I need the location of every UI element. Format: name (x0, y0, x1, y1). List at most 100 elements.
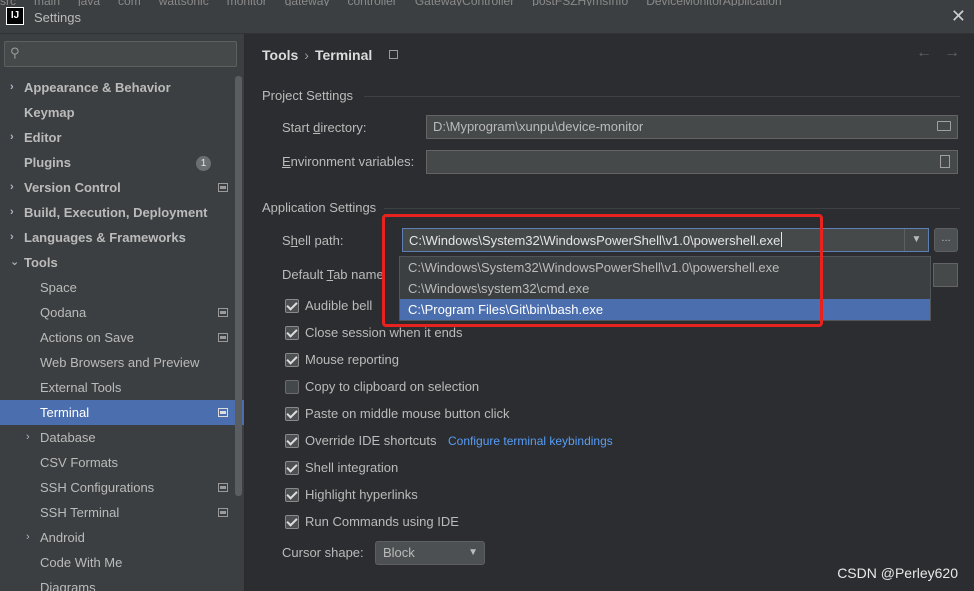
sidebar-item-plugins[interactable]: Plugins 1 (0, 150, 244, 175)
search-icon: ⚲ (10, 45, 20, 60)
project-scope-icon (218, 333, 228, 342)
project-scope-icon (218, 308, 228, 317)
start-directory-value: D:\Myprogram\xunpu\device-monitor (433, 119, 644, 134)
checkbox-label: Audible bell (305, 298, 373, 313)
checkbox-checked[interactable] (285, 461, 299, 475)
sidebar-item-database[interactable]: › Database (0, 425, 244, 450)
sidebar-item-label: Version Control (24, 180, 121, 195)
background-tab: controller (347, 0, 396, 6)
section-divider (364, 96, 960, 97)
settings-tree: › Appearance & Behavior Keymap › Editor Plugi… (0, 75, 244, 591)
environment-variables-label: Environment variables: (282, 154, 414, 169)
label-mnemonic: h (290, 233, 298, 248)
browse-button[interactable]: ... (934, 228, 958, 252)
checkbox-checked[interactable] (285, 353, 299, 367)
chevron-right-icon[interactable]: › (10, 75, 14, 100)
sidebar-item-label: Build, Execution, Deployment (24, 205, 208, 220)
folder-icon[interactable] (937, 121, 951, 131)
dropdown-arrow-icon[interactable]: ▼ (904, 229, 928, 251)
project-scope-icon (218, 408, 228, 417)
checkbox-checked[interactable] (285, 434, 299, 448)
sidebar-item-label: Space (40, 280, 77, 295)
edit-list-icon[interactable] (940, 155, 950, 168)
label-text: ab name (333, 267, 384, 282)
sidebar-item-csv-formats[interactable]: CSV Formats (0, 450, 244, 475)
sidebar-item-build-execution-deployment[interactable]: › Build, Execution, Deployment (0, 200, 244, 225)
default-tab-name-label: Default Tab name (282, 267, 384, 282)
search-input[interactable] (31, 45, 231, 63)
checkbox-checked[interactable] (285, 515, 299, 529)
chevron-right-icon[interactable]: › (10, 200, 14, 225)
chevron-right-icon[interactable]: › (10, 225, 14, 250)
label-text: nvironment variables: (290, 154, 415, 169)
sidebar-item-appearance-behavior[interactable]: › Appearance & Behavior (0, 75, 244, 100)
checkbox-checked[interactable] (285, 488, 299, 502)
close-icon[interactable]: ✕ (951, 6, 966, 27)
chevron-right-icon[interactable]: › (26, 525, 30, 550)
checkbox-label: Mouse reporting (305, 352, 399, 367)
checkbox-checked[interactable] (285, 326, 299, 340)
configure-keybindings-link[interactable]: Configure terminal keybindings (448, 431, 613, 451)
settings-sidebar: ⚲ › Appearance & Behavior Keymap › Editor Plu… (0, 34, 245, 591)
cursor-shape-label: Cursor shape: (282, 545, 364, 560)
start-directory-field[interactable]: D:\Myprogram\xunpu\device-monitor (426, 115, 958, 139)
sidebar-item-qodana[interactable]: Qodana (0, 300, 244, 325)
sidebar-item-label: Terminal (40, 405, 90, 420)
sidebar-item-space[interactable]: Space (0, 275, 244, 300)
sidebar-scrollbar[interactable] (235, 76, 242, 496)
settings-search[interactable]: ⚲ (4, 41, 237, 67)
title-bar: src main java com wattsonic monitor gateway con… (0, 0, 974, 34)
environment-variables-field[interactable] (426, 150, 958, 174)
sidebar-item-web-browsers-and-preview[interactable]: Web Browsers and Preview (0, 350, 244, 375)
sidebar-item-label: Web Browsers and Preview (40, 355, 200, 370)
label-text: Start (282, 120, 314, 135)
project-scope-icon (389, 50, 398, 59)
chevron-right-icon[interactable]: › (10, 175, 14, 200)
sidebar-item-diagrams[interactable]: Diagrams (0, 575, 244, 591)
chevron-right-icon[interactable]: › (26, 425, 30, 450)
sidebar-item-ssh-configurations[interactable]: SSH Configurations (0, 475, 244, 500)
chevron-down-icon[interactable]: ⌄ (10, 250, 19, 275)
chevron-down-icon: ▼ (468, 547, 478, 558)
label-mnemonic: E (282, 154, 291, 169)
sidebar-item-android[interactable]: › Android (0, 525, 244, 550)
sidebar-item-editor[interactable]: › Editor (0, 125, 244, 150)
back-arrow-icon[interactable]: ← (916, 44, 932, 61)
sidebar-item-label: Languages & Frameworks (24, 230, 186, 245)
sidebar-item-label: Appearance & Behavior (24, 80, 171, 95)
sidebar-item-label: SSH Terminal (40, 505, 120, 520)
sidebar-item-code-with-me[interactable]: Code With Me (0, 550, 244, 575)
background-tab: postFSZHymsInfo (532, 0, 628, 6)
sidebar-item-label: External Tools (40, 380, 122, 395)
background-tab: DeviceMonitorApplication (646, 0, 781, 6)
start-directory-label: Start directory: (282, 120, 367, 135)
breadcrumb-parent[interactable]: Tools (262, 47, 298, 63)
checkbox-label: Override IDE shortcuts (305, 433, 437, 448)
sidebar-item-keymap[interactable]: Keymap (0, 100, 244, 125)
cursor-shape-select[interactable]: Block ▼ (375, 541, 485, 565)
intellij-logo-icon: IJ (6, 7, 24, 25)
sidebar-item-label: Qodana (40, 305, 87, 320)
project-scope-icon (218, 183, 228, 192)
checkbox-unchecked[interactable] (285, 380, 299, 394)
default-tab-name-field[interactable] (933, 263, 958, 287)
chevron-right-icon[interactable]: › (10, 125, 14, 150)
background-tabs: src main java com wattsonic monitor gateway con… (0, 0, 974, 6)
sidebar-item-version-control[interactable]: › Version Control (0, 175, 244, 200)
sidebar-item-languages-frameworks[interactable]: › Languages & Frameworks (0, 225, 244, 250)
background-tab: java (78, 0, 100, 6)
checkbox-checked[interactable] (285, 407, 299, 421)
forward-arrow-icon[interactable]: → (944, 44, 960, 61)
shell-path-label: Shell path: (282, 233, 343, 248)
sidebar-item-external-tools[interactable]: External Tools (0, 375, 244, 400)
sidebar-item-label: Code With Me (40, 555, 123, 570)
sidebar-item-label: Plugins (24, 155, 71, 170)
sidebar-item-tools[interactable]: ⌄ Tools (0, 250, 244, 275)
label-text: Default (282, 267, 327, 282)
checkbox-label: Highlight hyperlinks (305, 487, 418, 502)
sidebar-item-terminal[interactable]: Terminal (0, 400, 244, 425)
checkbox-checked[interactable] (285, 299, 299, 313)
sidebar-item-actions-on-save[interactable]: Actions on Save (0, 325, 244, 350)
checkbox-label: Run Commands using IDE (305, 514, 459, 529)
sidebar-item-ssh-terminal[interactable]: SSH Terminal (0, 500, 244, 525)
